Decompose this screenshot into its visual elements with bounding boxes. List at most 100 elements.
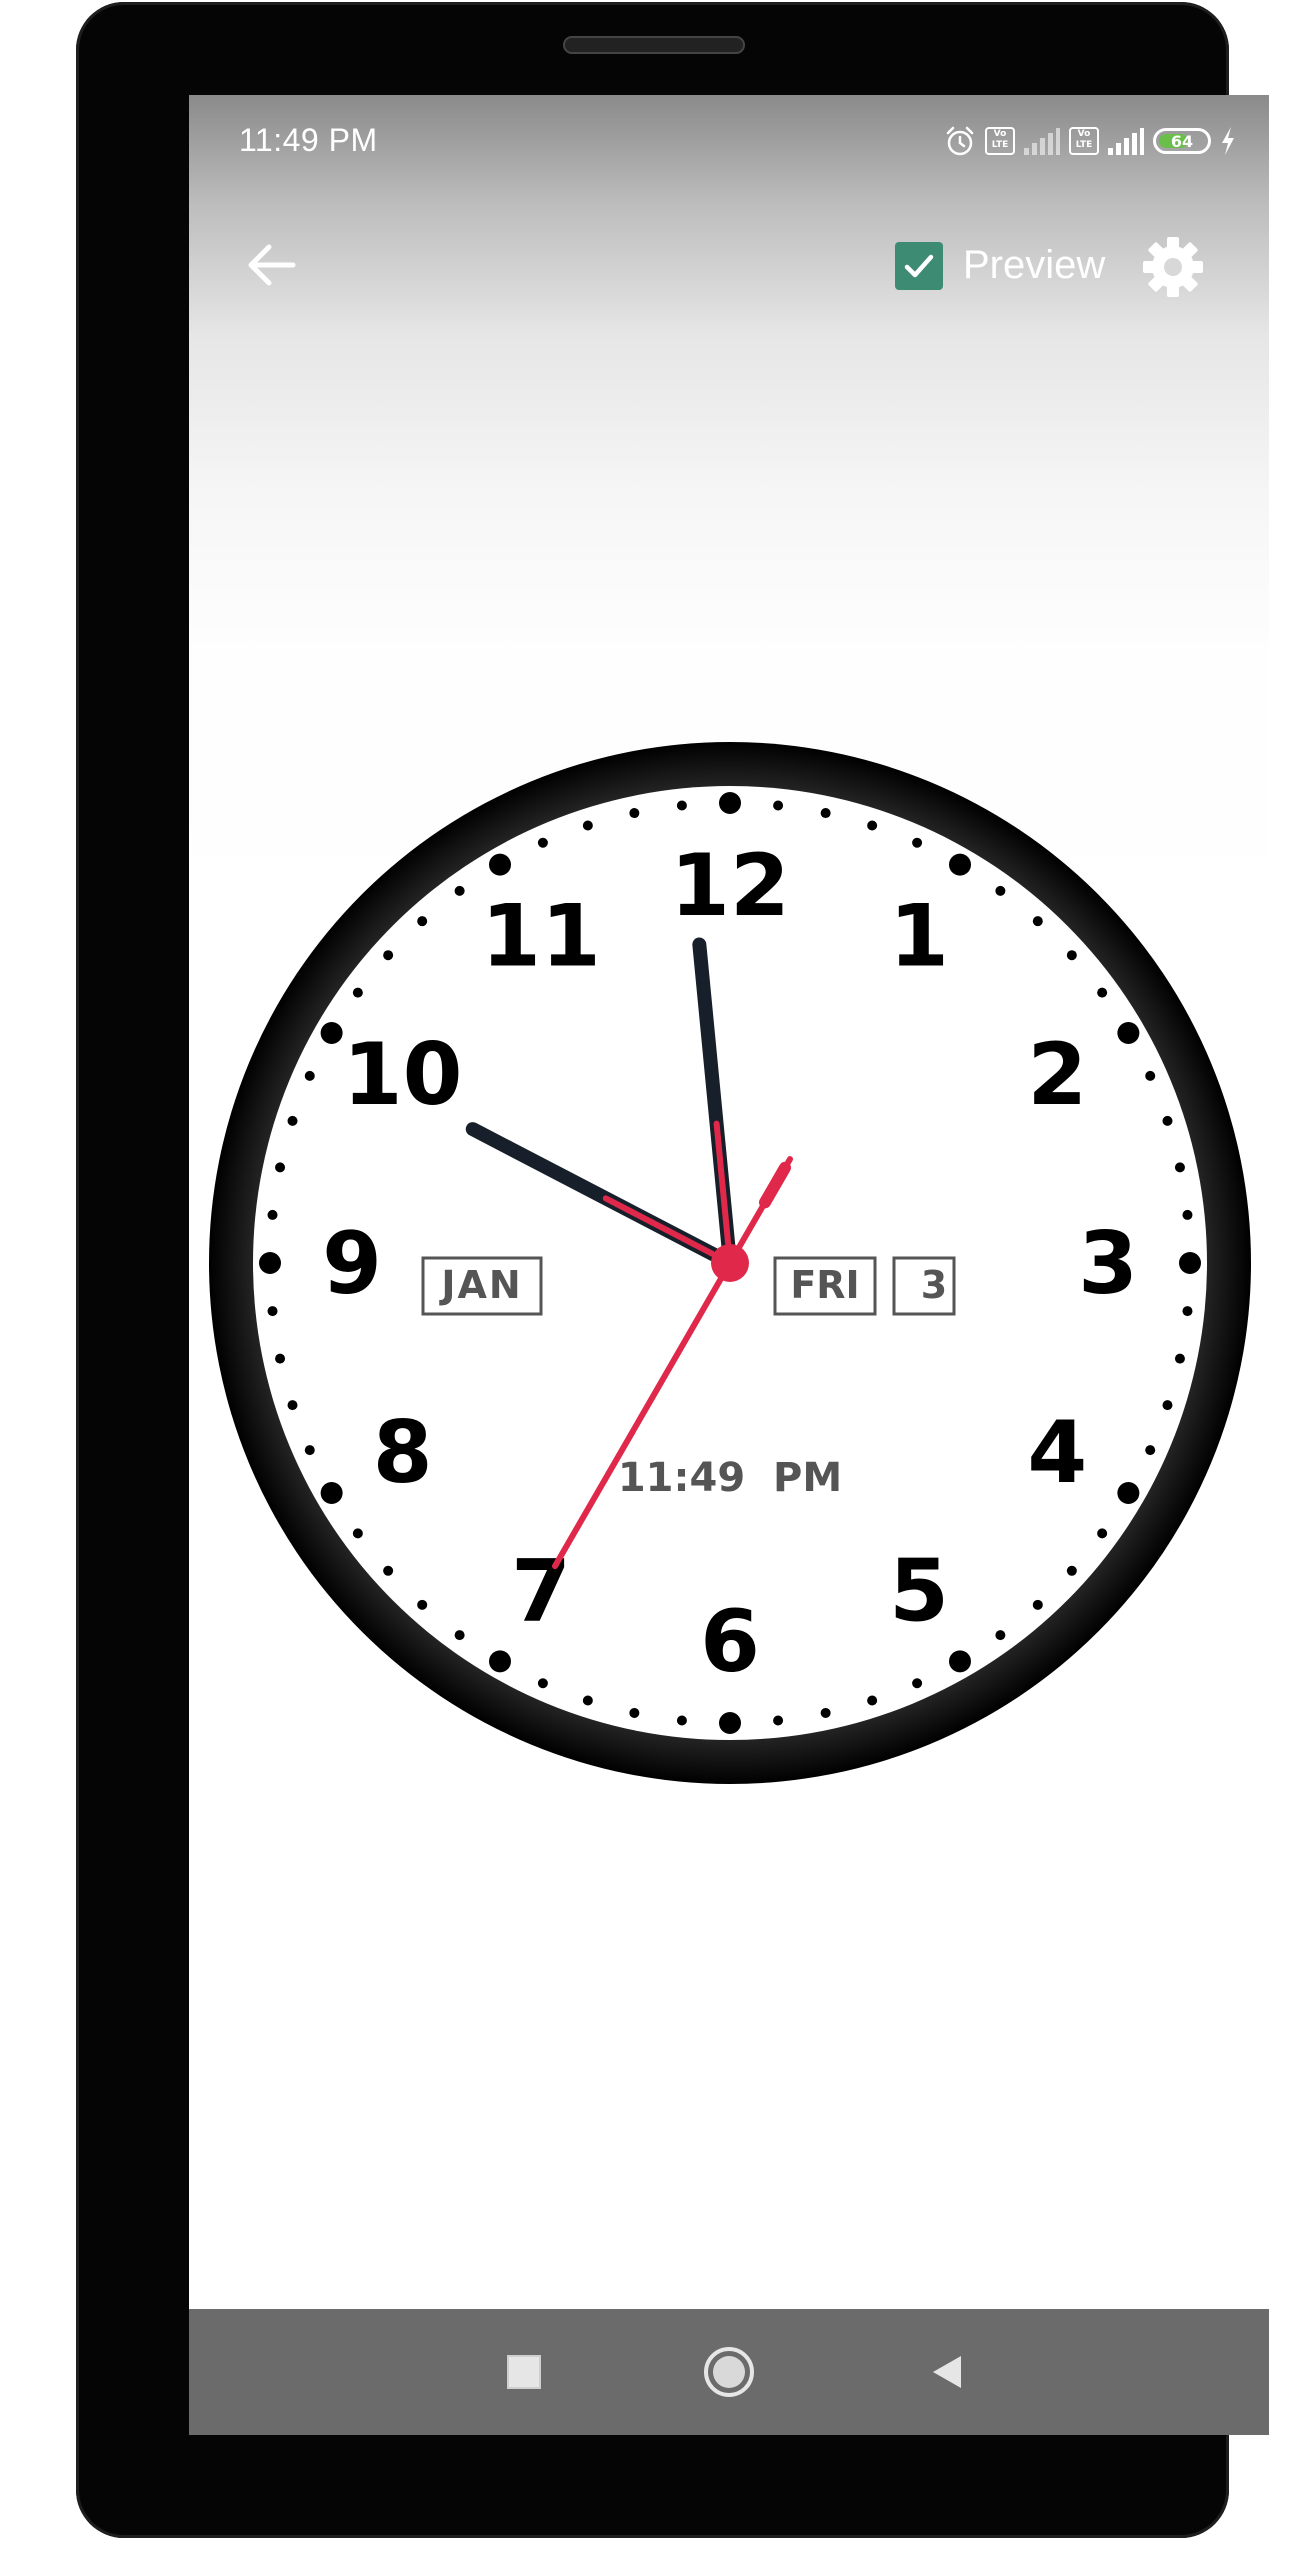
back-button[interactable] bbox=[241, 235, 301, 295]
arrow-left-icon bbox=[248, 244, 296, 286]
numeral-2: 2 bbox=[1027, 1025, 1087, 1125]
minute-marker-dot bbox=[1032, 916, 1043, 927]
numeral-10: 10 bbox=[343, 1025, 463, 1125]
day-label: 3 bbox=[921, 1263, 947, 1307]
minute-marker-dot bbox=[582, 820, 593, 831]
screen: 11:49 PM Vo LTE Vo LTE 64 Preview 12 1 2… bbox=[189, 95, 1269, 2435]
hour-marker-dot bbox=[489, 1650, 511, 1673]
charging-icon bbox=[1222, 127, 1234, 155]
minute-marker-dot bbox=[1182, 1306, 1193, 1317]
minute-marker-dot bbox=[867, 1695, 878, 1706]
square-recents-icon bbox=[507, 2355, 541, 2389]
numeral-11: 11 bbox=[481, 887, 601, 987]
volte-label: Vo LTE bbox=[991, 129, 1009, 150]
numeral-1: 1 bbox=[889, 887, 949, 987]
analog-clock: 12 1 2 3 4 5 6 7 8 9 10 11 JAN FRI 3 11:… bbox=[206, 739, 1254, 1787]
hour-marker-dot bbox=[320, 1022, 343, 1044]
minute-marker-dot bbox=[773, 800, 784, 811]
minute-marker-dot bbox=[383, 1565, 394, 1576]
minute-marker-dot bbox=[1182, 1209, 1193, 1220]
minute-marker-dot bbox=[582, 1695, 593, 1706]
minute-marker-dot bbox=[1066, 1565, 1077, 1576]
nav-back-button[interactable] bbox=[917, 2342, 977, 2402]
triangle-back-icon bbox=[933, 2356, 961, 2388]
minute-marker-dot bbox=[1032, 1599, 1043, 1610]
numeral-8: 8 bbox=[373, 1403, 433, 1503]
minute-marker-dot bbox=[537, 837, 548, 848]
minute-marker-dot bbox=[995, 885, 1006, 896]
minute-marker-dot bbox=[1162, 1400, 1173, 1411]
hour-marker-dot bbox=[489, 853, 511, 876]
preview-checkbox[interactable] bbox=[895, 242, 943, 290]
gear-icon bbox=[1143, 237, 1203, 297]
minute-marker-dot bbox=[912, 837, 923, 848]
numeral-6: 6 bbox=[700, 1592, 760, 1692]
minute-marker-dot bbox=[275, 1162, 286, 1173]
minute-marker-dot bbox=[1097, 1528, 1108, 1539]
minute-marker-dot bbox=[417, 916, 428, 927]
settings-button[interactable] bbox=[1142, 236, 1204, 298]
alarm-icon bbox=[946, 126, 974, 156]
minute-marker-dot bbox=[995, 1630, 1006, 1641]
signal-icon bbox=[1108, 128, 1144, 155]
battery-icon: 64 bbox=[1153, 128, 1211, 154]
minute-marker-dot bbox=[537, 1678, 548, 1689]
circle-home-icon bbox=[704, 2347, 754, 2397]
minute-marker-dot bbox=[454, 1630, 465, 1641]
volte-label: Vo LTE bbox=[1075, 129, 1093, 150]
minute-marker-dot bbox=[267, 1306, 278, 1317]
hour-marker-dot bbox=[949, 1650, 971, 1673]
volte-icon: Vo LTE bbox=[1069, 127, 1099, 155]
numeral-9: 9 bbox=[322, 1214, 382, 1314]
status-icons: Vo LTE Vo LTE 64 bbox=[943, 121, 1237, 161]
digital-time: 11:49 PM bbox=[618, 1455, 842, 1501]
minute-marker-dot bbox=[1066, 950, 1077, 961]
numeral-4: 4 bbox=[1027, 1403, 1087, 1503]
minute-marker-dot bbox=[287, 1400, 298, 1411]
minute-marker-dot bbox=[1097, 987, 1108, 998]
minute-marker-dot bbox=[820, 1707, 831, 1718]
hour-marker-dot bbox=[1117, 1482, 1140, 1504]
volte-icon: Vo LTE bbox=[985, 127, 1015, 155]
minute-marker-dot bbox=[304, 1445, 315, 1456]
month-label: JAN bbox=[438, 1263, 522, 1307]
battery-level: 64 bbox=[1170, 131, 1194, 151]
hour-marker-dot bbox=[1179, 1252, 1201, 1274]
minute-marker-dot bbox=[267, 1209, 278, 1220]
minute-marker-dot bbox=[352, 987, 363, 998]
hour-marker-dot bbox=[719, 1712, 741, 1734]
minute-marker-dot bbox=[383, 950, 394, 961]
minute-marker-dot bbox=[820, 808, 831, 819]
preview-label[interactable]: Preview bbox=[963, 243, 1105, 288]
weekday-label: FRI bbox=[790, 1263, 859, 1307]
minute-marker-dot bbox=[629, 808, 640, 819]
status-bar: 11:49 PM Vo LTE Vo LTE 64 bbox=[189, 95, 1269, 195]
numeral-3: 3 bbox=[1078, 1214, 1138, 1314]
minute-marker-dot bbox=[417, 1599, 428, 1610]
minute-marker-dot bbox=[287, 1115, 298, 1126]
hour-marker-dot bbox=[719, 792, 741, 814]
hour-marker-dot bbox=[1117, 1022, 1140, 1044]
minute-marker-dot bbox=[1174, 1162, 1185, 1173]
signal-icon bbox=[1024, 128, 1060, 155]
center-cap bbox=[711, 1244, 749, 1282]
recents-button[interactable] bbox=[494, 2342, 554, 2402]
numeral-12: 12 bbox=[670, 836, 790, 936]
status-time: 11:49 PM bbox=[239, 122, 378, 158]
numeral-5: 5 bbox=[889, 1541, 949, 1641]
minute-marker-dot bbox=[304, 1070, 315, 1081]
minute-marker-dot bbox=[1174, 1353, 1185, 1364]
minute-marker-dot bbox=[1162, 1115, 1173, 1126]
hour-marker-dot bbox=[259, 1252, 281, 1274]
home-button[interactable] bbox=[699, 2342, 759, 2402]
minute-marker-dot bbox=[773, 1715, 784, 1726]
minute-marker-dot bbox=[629, 1707, 640, 1718]
hour-marker-dot bbox=[949, 853, 971, 876]
hour-marker-dot bbox=[320, 1482, 343, 1504]
minute-marker-dot bbox=[1145, 1445, 1156, 1456]
minute-marker-dot bbox=[676, 1715, 687, 1726]
phone-frame: 11:49 PM Vo LTE Vo LTE 64 Preview 12 1 2… bbox=[76, 2, 1269, 2538]
earpiece-speaker bbox=[563, 36, 745, 54]
minute-marker-dot bbox=[676, 800, 687, 811]
minute-marker-dot bbox=[912, 1678, 923, 1689]
